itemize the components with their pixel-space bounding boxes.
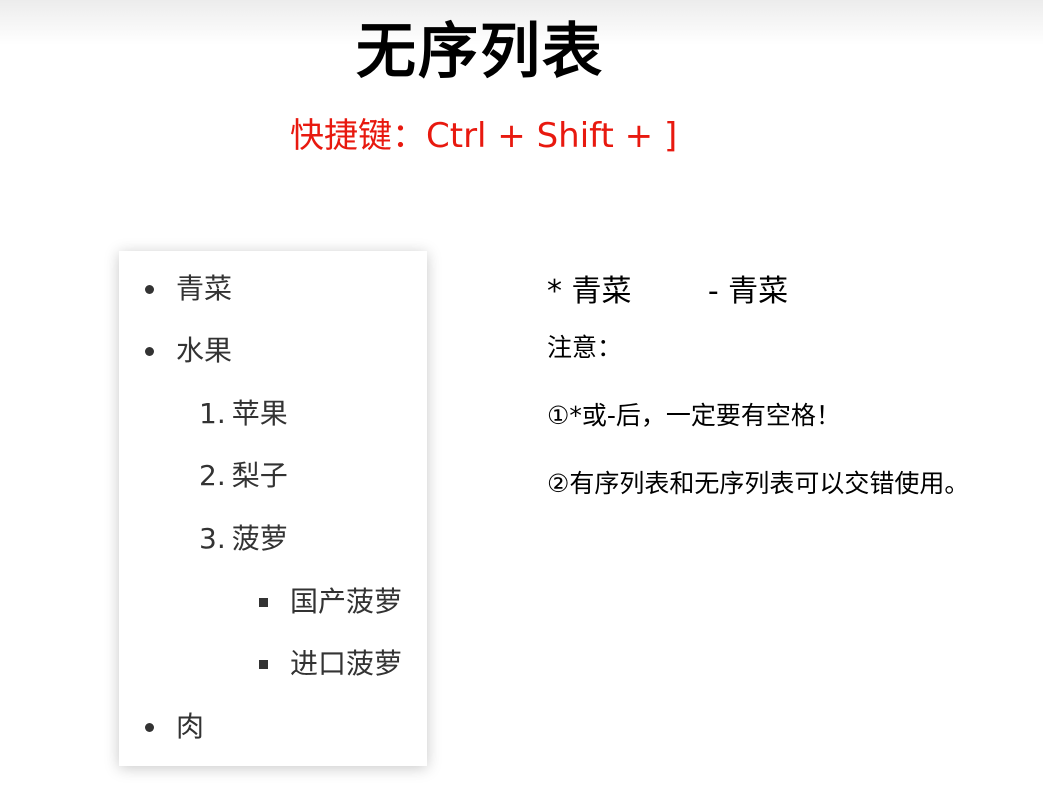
list-item: 水果 <box>145 331 232 371</box>
list-item-label: 水果 <box>176 334 233 367</box>
list-item-label: 国产菠萝 <box>290 585 403 618</box>
list-item-label: 肉 <box>176 710 205 743</box>
syntax-examples: * 青菜 - 青菜 <box>547 274 789 309</box>
shortcut-hint: 快捷键：Ctrl + Shift + ] <box>290 116 678 156</box>
list-example-panel: 青菜 水果 1. 苹果 2. 梨子 3. 菠萝 国产菠萝 进口菠萝 肉 <box>119 251 427 766</box>
bullet-square-icon <box>259 597 268 607</box>
ordered-list-item: 3. 菠萝 <box>199 519 288 559</box>
list-number: 2. <box>199 459 226 492</box>
list-item-label: 梨子 <box>231 459 288 492</box>
ordered-list-item: 1. 苹果 <box>199 394 288 434</box>
list-item-label: 苹果 <box>231 397 288 430</box>
list-item-label: 菠萝 <box>231 522 288 555</box>
note-line: ①*或-后，一定要有空格！ <box>547 401 841 430</box>
note-line: ②有序列表和无序列表可以交错使用。 <box>547 469 970 498</box>
nested-list-item: 进口菠萝 <box>259 644 402 684</box>
list-number: 1. <box>199 397 226 430</box>
bullet-square-icon <box>259 659 268 669</box>
ordered-list-item: 2. 梨子 <box>199 456 288 496</box>
bullet-dot-icon <box>145 346 154 356</box>
slide-title: 无序列表 <box>356 17 604 87</box>
notes-section: * 青菜 - 青菜 注意： ①*或-后，一定要有空格！ ②有序列表和无序列表可以… <box>547 268 1037 502</box>
bullet-dot-icon <box>145 722 154 732</box>
bullet-dot-icon <box>145 284 154 294</box>
list-number: 3. <box>199 522 226 555</box>
list-item: 青菜 <box>145 269 232 309</box>
list-item-label: 进口菠萝 <box>290 647 403 680</box>
list-item-label: 青菜 <box>176 272 233 305</box>
list-item: 肉 <box>145 707 204 747</box>
nested-list-item: 国产菠萝 <box>259 582 402 622</box>
notes-label: 注意： <box>547 333 623 362</box>
